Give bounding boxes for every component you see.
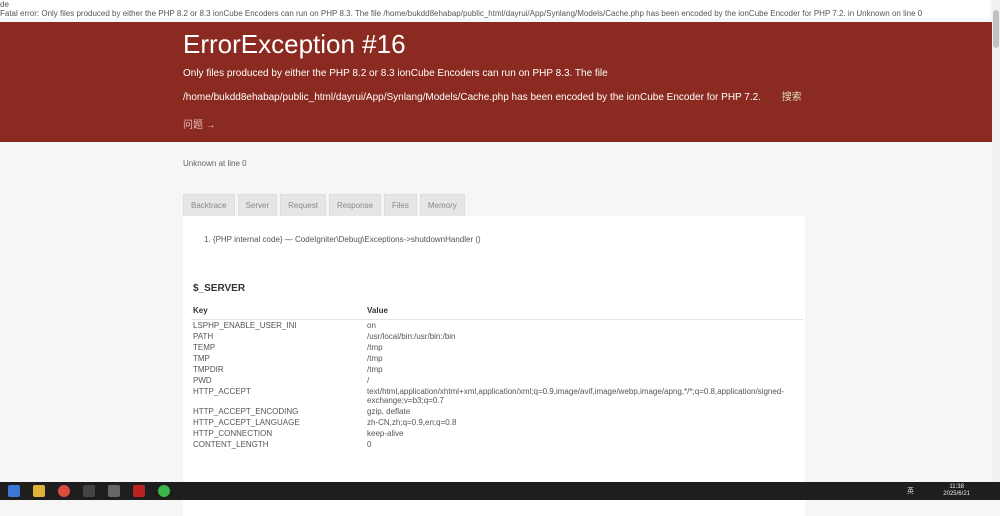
wechat-icon[interactable] xyxy=(158,485,170,497)
tab-backtrace[interactable]: Backtrace xyxy=(183,194,235,218)
server-row: PATH/usr/local/bin:/usr/bin:/bin xyxy=(191,331,803,342)
server-key: HTTP_ACCEPT xyxy=(193,387,251,396)
tab-panel: 1. {PHP internal code} — CodeIgniter\Deb… xyxy=(183,216,805,516)
tab-memory[interactable]: Memory xyxy=(419,194,465,218)
terminal-icon[interactable] xyxy=(83,485,95,497)
search-link[interactable]: 搜索 xyxy=(782,92,802,103)
error-location: Unknown at line 0 xyxy=(183,159,247,168)
server-row: PWD / xyxy=(191,375,803,386)
server-key: TEMP xyxy=(193,343,216,352)
server-key: PWD xyxy=(193,376,212,385)
fatal-error-line: Fatal error: Only files produced by eith… xyxy=(0,9,923,18)
vertical-scrollbar[interactable] xyxy=(992,0,1000,482)
clock-time: 11:38 xyxy=(949,484,964,490)
server-value: 0 xyxy=(367,440,372,449)
server-key: PATH xyxy=(193,332,214,341)
server-row: HTTP_CONNECTION keep-alive xyxy=(191,428,803,439)
tab-response[interactable]: Response xyxy=(328,194,381,218)
server-value: text/html,application/xhtml+xml,applicat… xyxy=(367,387,784,405)
start-icon[interactable] xyxy=(8,485,20,497)
error-message-path: /home/bukdd8ehabap/public_html/dayrui/Ap… xyxy=(183,92,761,103)
server-key: TMP xyxy=(193,354,210,363)
app-icon[interactable] xyxy=(108,485,120,497)
system-clock[interactable]: 11:38 2025/6/21 xyxy=(943,484,970,498)
question-link[interactable]: 问题 → xyxy=(183,116,813,131)
ime-indicator[interactable]: 英 xyxy=(907,486,914,496)
server-row: TEMP/tmp xyxy=(191,342,803,353)
server-value: gzip, deflate xyxy=(367,407,411,416)
server-key: TMPDIR xyxy=(193,365,224,374)
error-header: ErrorException #16 Only files produced b… xyxy=(0,22,992,142)
server-row: HTTP_ACCEPT_LANGUAGE zh-CN,zh;q=0.9,en;q=… xyxy=(191,417,803,428)
server-value: on xyxy=(367,321,376,330)
clock-date: 2025/6/21 xyxy=(943,491,970,497)
server-value: /tmp xyxy=(367,365,383,374)
server-row: LSPHP_ENABLE_USER_INI on xyxy=(191,320,803,332)
server-row: CONTENT_LENGTH 0 xyxy=(191,439,803,450)
file-explorer-icon[interactable] xyxy=(33,485,45,497)
tab-request[interactable]: Request xyxy=(280,194,326,218)
server-key: HTTP_ACCEPT_ENCODING xyxy=(193,407,299,416)
server-row: HTTP_ACCEPT text/html,application/xhtml+x… xyxy=(191,386,803,406)
server-value: /tmp xyxy=(367,343,383,352)
server-key: HTTP_ACCEPT_LANGUAGE xyxy=(193,418,300,427)
debug-prefix: de xyxy=(0,0,9,9)
scrollbar-thumb[interactable] xyxy=(993,10,999,48)
server-section-title: $_SERVER xyxy=(193,283,246,294)
server-row: HTTP_ACCEPT_ENCODING gzip, deflate xyxy=(191,406,803,417)
tab-files[interactable]: Files xyxy=(383,194,417,218)
tab-bar: Backtrace Server Request Response Files … xyxy=(183,194,465,218)
server-value: / xyxy=(367,376,370,385)
filezilla-icon[interactable] xyxy=(133,485,145,497)
server-key: CONTENT_LENGTH xyxy=(193,440,269,449)
windows-taskbar: 英 11:38 2025/6/21 xyxy=(0,482,1000,500)
server-value: /tmp xyxy=(367,354,383,363)
error-message-line1: Only files produced by either the PHP 8.… xyxy=(183,68,608,79)
server-value: keep-alive xyxy=(367,429,404,438)
page-title: ErrorException #16 xyxy=(183,29,406,59)
tab-server[interactable]: Server xyxy=(237,194,278,218)
server-key: HTTP_CONNECTION xyxy=(193,429,273,438)
server-row: TMP/tmp xyxy=(191,353,803,364)
error-message-line2: /home/bukdd8ehabap/public_html/dayrui/Ap… xyxy=(183,92,813,104)
server-table: Key Value LSPHP_ENABLE_USER_INI on PATH/us… xyxy=(191,304,803,450)
value-column-header: Value xyxy=(365,304,803,320)
key-column-header: Key xyxy=(191,304,365,320)
server-value: /usr/local/bin:/usr/bin:/bin xyxy=(367,332,456,341)
server-value: zh-CN,zh;q=0.9,en;q=0.8 xyxy=(367,418,457,427)
server-row: TMPDIR/tmp xyxy=(191,364,803,375)
backtrace-entry: 1. {PHP internal code} — CodeIgniter\Deb… xyxy=(204,235,481,244)
fatal-error-text: de Fatal error: Only files produced by e… xyxy=(0,0,990,18)
chrome-icon[interactable] xyxy=(58,485,70,497)
server-key: LSPHP_ENABLE_USER_INI xyxy=(193,321,297,330)
